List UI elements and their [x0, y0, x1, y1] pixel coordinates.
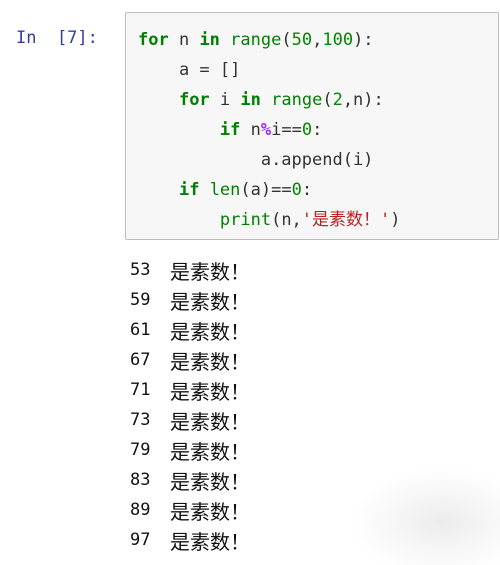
number-literal: 2: [332, 90, 343, 110]
code-text: (: [281, 30, 292, 50]
output-number: 67: [130, 350, 151, 370]
code-text: n: [240, 120, 261, 140]
cell-output: 53 是素数！ 59 是素数！ 61 是素数！ 67 是素数！ 71 是素数！ 73 是素数…: [130, 255, 330, 555]
code-line-7: print(n,'是素数！'): [138, 205, 401, 235]
number-literal: 50: [291, 30, 313, 50]
output-text: 是素数！: [170, 349, 250, 374]
output-number: 61: [130, 320, 151, 340]
number-literal: 100: [322, 30, 354, 50]
number-literal: 0: [291, 180, 302, 200]
output-text: 是素数！: [170, 379, 250, 404]
code-text: a.append(i): [260, 150, 374, 170]
code-text: (: [322, 90, 333, 110]
output-number: 89: [130, 500, 151, 520]
output-number: 59: [130, 290, 151, 310]
code-text: :: [312, 120, 323, 140]
output-number: 97: [130, 530, 151, 550]
builtin-range: range: [271, 90, 323, 110]
output-line: 73 是素数！: [130, 405, 330, 435]
output-text: 是素数！: [170, 409, 250, 434]
code-text: ,: [312, 30, 323, 50]
keyword-for: for: [138, 30, 169, 50]
notebook-page: In [7]: for n in range(50,100): a = [] f…: [0, 0, 500, 565]
code-line-2: a = []: [138, 55, 401, 85]
output-number: 83: [130, 470, 151, 490]
string-literal: '是素数！': [301, 210, 391, 230]
code-text: ):: [353, 30, 374, 50]
output-line: 89 是素数！: [130, 495, 330, 525]
code-text: ,n):: [342, 90, 384, 110]
code-line-4: if n%i==0:: [138, 115, 401, 145]
builtin-len: len: [209, 180, 241, 200]
output-line: 71 是素数！: [130, 375, 330, 405]
builtin-range: range: [230, 30, 282, 50]
keyword-in: in: [240, 90, 261, 110]
builtin-print: print: [219, 210, 272, 230]
code-text: ): [390, 210, 401, 230]
input-prompt: In [7]:: [16, 28, 98, 48]
output-line: 79 是素数！: [130, 435, 330, 465]
output-text: 是素数！: [170, 319, 250, 344]
keyword-if: if: [178, 180, 200, 200]
output-line: 67 是素数！: [130, 345, 330, 375]
code-text: n: [168, 30, 200, 50]
code-line-5: a.append(i): [138, 145, 401, 175]
output-number: 71: [130, 380, 151, 400]
keyword-if: if: [219, 120, 241, 140]
watermark-blur: [355, 470, 500, 565]
output-line: 61 是素数！: [130, 315, 330, 345]
code-cell[interactable]: for n in range(50,100): a = [] for i in …: [125, 12, 499, 240]
code-line-1: for n in range(50,100):: [138, 25, 401, 55]
code-editor[interactable]: for n in range(50,100): a = [] for i in …: [138, 25, 401, 235]
output-text: 是素数！: [170, 469, 250, 494]
output-line: 53 是素数！: [130, 255, 330, 285]
code-text: i==: [271, 120, 302, 140]
output-number: 79: [130, 440, 151, 460]
code-line-3: for i in range(2,n):: [138, 85, 401, 115]
output-number: 53: [130, 260, 151, 280]
code-text: (a)==: [240, 180, 292, 200]
output-text: 是素数！: [170, 439, 250, 464]
modulo-operator: %: [260, 120, 272, 140]
output-text: 是素数！: [170, 289, 250, 314]
number-literal: 0: [301, 120, 313, 140]
code-text: :: [301, 180, 313, 200]
code-line-6: if len(a)==0:: [138, 175, 401, 205]
output-text: 是素数！: [170, 529, 250, 554]
code-text: a = []: [178, 60, 241, 80]
output-text: 是素数！: [170, 499, 250, 524]
output-line: 59 是素数！: [130, 285, 330, 315]
output-line: 83 是素数！: [130, 465, 330, 495]
keyword-for: for: [178, 90, 210, 110]
output-number: 73: [130, 410, 151, 430]
keyword-in: in: [199, 30, 220, 50]
code-text: i: [209, 90, 241, 110]
code-text: (n,: [271, 210, 302, 230]
output-text: 是素数！: [170, 259, 250, 284]
output-line: 97 是素数！: [130, 525, 330, 555]
